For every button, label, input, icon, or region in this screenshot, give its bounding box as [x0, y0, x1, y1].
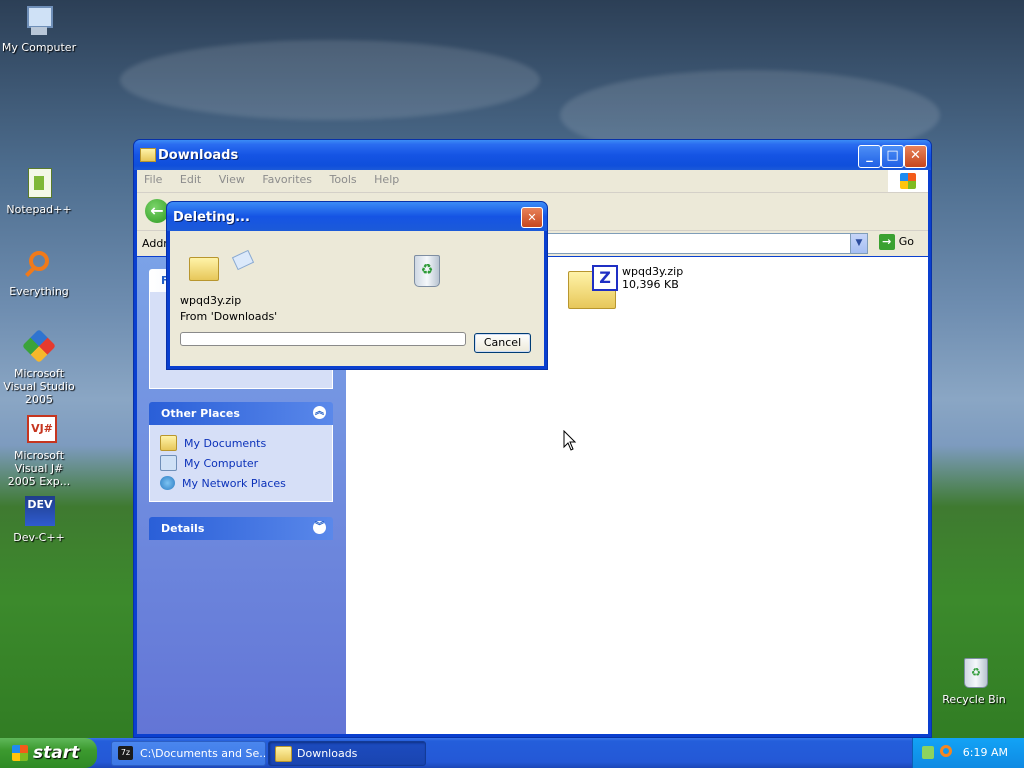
close-button[interactable]: ✕: [904, 145, 927, 168]
dialog-body: ♻ wpqd3y.zip From 'Downloads' Cancel: [170, 231, 544, 366]
tray-network-icon[interactable]: [922, 746, 934, 759]
sky-cloud: [120, 40, 540, 120]
desktop-icon-visual-studio[interactable]: Microsoft Visual Studio 2005: [0, 329, 78, 406]
collapse-chevron-icon[interactable]: ︽: [313, 406, 326, 419]
flying-paper-icon: [231, 249, 255, 271]
start-button[interactable]: start: [0, 738, 97, 768]
other-places-my-network-places[interactable]: My Network Places: [160, 473, 322, 493]
other-places-label: My Documents: [184, 436, 267, 450]
other-places-my-computer[interactable]: My Computer: [160, 453, 322, 473]
cancel-button[interactable]: Cancel: [474, 333, 531, 353]
minimize-button[interactable]: _: [858, 145, 881, 168]
details-header[interactable]: Details ︾: [149, 517, 333, 540]
notepadpp-icon: [22, 166, 56, 200]
dialog-title: Deleting...: [173, 210, 250, 225]
other-places-label: My Computer: [184, 456, 259, 470]
menu-file[interactable]: File: [137, 170, 169, 189]
desktop-icon-label: Everything: [9, 285, 69, 298]
dialog-file-name: wpqd3y.zip: [180, 294, 242, 307]
tray-search-icon[interactable]: [940, 745, 952, 757]
my-documents-icon: [160, 435, 177, 451]
taskbar-button-label: C:\Documents and Se...: [140, 747, 266, 760]
go-button[interactable]: → Go: [878, 234, 914, 250]
taskbar: start 7z C:\Documents and Se... Download…: [0, 738, 1024, 768]
menu-edit[interactable]: Edit: [173, 170, 208, 189]
deleting-dialog: Deleting... ✕ ♻ wpqd3y.zip From 'Downloa…: [166, 201, 548, 370]
dialog-from-text: From 'Downloads': [180, 310, 278, 323]
vjsharp-icon: VJ#: [22, 412, 57, 446]
folder-icon: [189, 257, 219, 281]
other-places-title: Other Places: [161, 407, 240, 420]
file-size: 10,396 KB: [622, 278, 679, 291]
details-panel: Details ︾: [149, 517, 333, 540]
folder-icon: [140, 148, 156, 162]
recycle-bin-icon: ♻: [414, 255, 440, 287]
file-item[interactable]: Z wpqd3y.zip 10,396 KB: [568, 265, 683, 309]
system-tray: 6:19 AM: [912, 738, 1024, 768]
recycle-bin-icon: ♻: [957, 656, 991, 690]
windows-logo-icon: [888, 170, 928, 192]
menu-view[interactable]: View: [212, 170, 252, 189]
go-arrow-icon: →: [878, 234, 895, 250]
menu-bar: File Edit View Favorites Tools Help: [137, 170, 928, 193]
mouse-cursor: [563, 430, 577, 451]
desktop-icon-label: Recycle Bin: [942, 693, 1006, 706]
taskbar-button-7zip[interactable]: 7z C:\Documents and Se...: [111, 741, 266, 766]
window-title: Downloads: [158, 148, 239, 163]
start-label: start: [33, 743, 80, 763]
dialog-titlebar[interactable]: Deleting... ✕: [167, 202, 547, 231]
desktop-icon-label: Microsoft Visual Studio 2005: [3, 367, 75, 406]
desktop-icon-vjsharp[interactable]: VJ# Microsoft Visual J# 2005 Exp...: [0, 412, 78, 488]
desktop-icon-label: Microsoft Visual J# 2005 Exp...: [7, 449, 71, 488]
go-label: Go: [898, 235, 914, 248]
menu-help[interactable]: Help: [367, 170, 406, 189]
7zip-icon: 7z: [118, 746, 133, 760]
desktop-icon-my-computer[interactable]: My Computer: [0, 4, 78, 54]
network-places-icon: [160, 476, 175, 490]
computer-icon: [22, 4, 56, 38]
desktop-icon-recycle-bin[interactable]: ♻ Recycle Bin: [935, 656, 1013, 706]
folder-icon: [275, 746, 292, 762]
other-places-panel: Other Places ︽ My Documents My Computer …: [149, 402, 333, 502]
window-titlebar[interactable]: Downloads _ □ ✕: [134, 140, 931, 170]
desktop-icon-label: Notepad++: [6, 203, 72, 216]
file-name: wpqd3y.zip: [622, 265, 684, 278]
menu-tools[interactable]: Tools: [323, 170, 364, 189]
taskbar-button-downloads[interactable]: Downloads: [268, 741, 426, 766]
progress-bar: [180, 332, 466, 346]
zip-folder-icon: Z: [568, 265, 618, 309]
other-places-header[interactable]: Other Places ︽: [149, 402, 333, 425]
other-places-label: My Network Places: [182, 476, 286, 490]
desktop-icon-everything[interactable]: Everything: [0, 248, 78, 298]
other-places-my-documents[interactable]: My Documents: [160, 433, 322, 453]
desktop-icon-label: My Computer: [1, 41, 77, 54]
other-places-body: My Documents My Computer My Network Plac…: [149, 425, 333, 502]
dialog-close-button[interactable]: ✕: [521, 207, 543, 228]
everything-icon: [22, 248, 56, 282]
menu-favorites[interactable]: Favorites: [255, 170, 319, 189]
expand-chevron-icon[interactable]: ︾: [313, 521, 326, 534]
desktop-icon-label: Dev-C++: [13, 531, 65, 544]
visual-studio-icon: [22, 329, 56, 364]
desktop-icon-notepadpp[interactable]: Notepad++: [0, 166, 78, 216]
devcpp-icon: DEV: [22, 494, 56, 528]
taskbar-button-label: Downloads: [297, 747, 358, 760]
windows-flag-icon: [12, 745, 28, 761]
clock[interactable]: 6:19 AM: [963, 746, 1008, 759]
desktop-icon-devcpp[interactable]: DEV Dev-C++: [0, 494, 78, 544]
chevron-down-icon[interactable]: ▼: [850, 234, 867, 253]
details-title: Details: [161, 522, 205, 535]
computer-icon: [160, 455, 177, 471]
maximize-button[interactable]: □: [881, 145, 904, 168]
